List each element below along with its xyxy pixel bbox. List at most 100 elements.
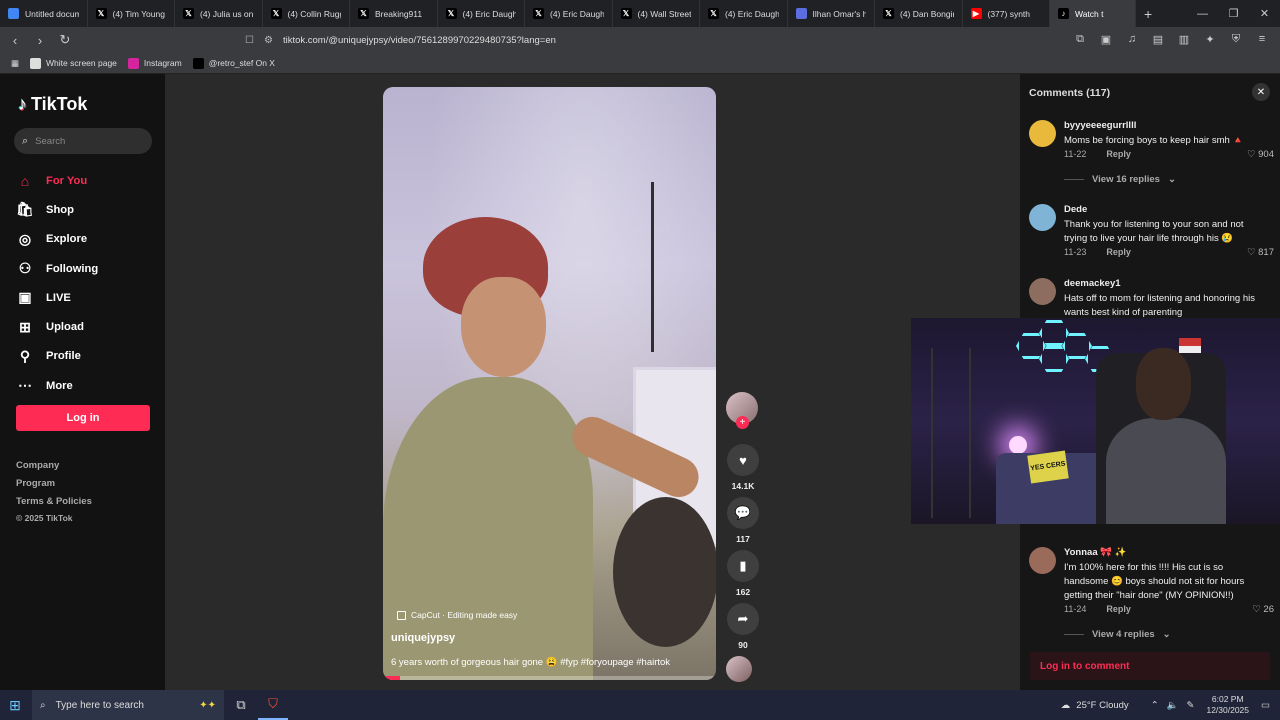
- new-tab-icon[interactable]: +: [1136, 6, 1160, 22]
- sidebar-item-for-you[interactable]: ⌂ For You: [16, 166, 156, 195]
- close-icon[interactable]: ✕: [1252, 83, 1270, 101]
- pen-icon[interactable]: ✎: [1187, 700, 1195, 711]
- media-icon[interactable]: ♫: [1124, 31, 1140, 47]
- comment-date: 11-23: [1064, 247, 1087, 257]
- browser-tab[interactable]: ▶ (377) synth: [963, 0, 1050, 27]
- like-action[interactable]: ♥ 14.1K: [726, 444, 760, 491]
- back-icon[interactable]: ‹: [5, 30, 25, 50]
- brave-browser-icon[interactable]: ⛉: [258, 690, 288, 720]
- reload-icon[interactable]: ↻: [55, 30, 75, 50]
- heart-outline-icon: ♡: [1246, 149, 1259, 160]
- extensions-icon[interactable]: ⧉: [1072, 31, 1088, 47]
- sidebar-item-upload[interactable]: ⊞ Upload: [16, 312, 156, 341]
- comment-likes[interactable]: ♡ 26: [1252, 604, 1274, 615]
- login-button[interactable]: Log in: [16, 405, 150, 431]
- like-count: 14.1K: [731, 481, 755, 491]
- clock[interactable]: 6:02 PM 12/30/2025: [1206, 694, 1249, 716]
- browser-tab[interactable]: 𝕏 (4) Collin Rugg: [263, 0, 350, 27]
- menu-icon[interactable]: ≡: [1254, 31, 1270, 47]
- reply-button[interactable]: Reply: [1106, 149, 1131, 159]
- sidebar-icon[interactable]: ▤: [1150, 31, 1166, 47]
- forward-icon[interactable]: ›: [30, 30, 50, 50]
- avatar[interactable]: [1029, 547, 1056, 574]
- browser-tab[interactable]: Ilhan Omar's h: [788, 0, 875, 27]
- sidebar-item-live[interactable]: ▣ LIVE: [16, 283, 156, 312]
- bookmark-icon[interactable]: ☐: [245, 35, 254, 46]
- browser-tab[interactable]: 𝕏 Breaking911: [350, 0, 438, 27]
- comment-likes[interactable]: ♡ 817: [1247, 247, 1274, 258]
- comment-action[interactable]: 💬 117: [726, 497, 760, 544]
- browser-tab[interactable]: 𝕏 (4) Eric Daughe: [438, 0, 525, 27]
- weather-text[interactable]: 25°F Cloudy: [1076, 700, 1128, 711]
- address-bar[interactable]: ☐ ⚙ tiktok.com/@uniquejypsy/video/756128…: [245, 29, 995, 51]
- comment-icon[interactable]: 💬: [727, 497, 759, 529]
- bookmark-item[interactable]: @retro_stef On X: [192, 57, 275, 69]
- browser-tab[interactable]: 𝕏 (4) Dan Bongin: [875, 0, 963, 27]
- volume-icon[interactable]: 🔈: [1167, 700, 1179, 711]
- tiktok-note-icon: ♪: [18, 94, 27, 114]
- avatar[interactable]: [1029, 120, 1056, 147]
- url-text[interactable]: tiktok.com/@uniquejypsy/video/7561289970…: [283, 35, 556, 46]
- browser-tab[interactable]: 𝕏 (4) Eric Daughe: [525, 0, 613, 27]
- chevron-up-icon[interactable]: ⌃: [1151, 700, 1159, 711]
- browser-tab[interactable]: 𝕏 (4) Julia us on X: [175, 0, 263, 27]
- share-action[interactable]: ➦ 90: [726, 603, 760, 650]
- view-replies-button[interactable]: View 4 replies ⌄: [1064, 629, 1171, 640]
- reply-button[interactable]: Reply: [1106, 247, 1131, 257]
- sidebar-item-following[interactable]: ⚇ Following: [16, 254, 156, 283]
- view-replies-button[interactable]: View 16 replies ⌄: [1064, 174, 1176, 185]
- creator-avatar[interactable]: +: [726, 392, 758, 429]
- taskbar-search[interactable]: ⌕ Type here to search ✦✦: [32, 690, 224, 720]
- video-player[interactable]: CapCut · Editing made easy uniquejypsy 6…: [383, 87, 716, 680]
- reply-button[interactable]: Reply: [1106, 604, 1131, 614]
- footer-program[interactable]: Program: [16, 478, 55, 489]
- avatar[interactable]: [1029, 278, 1056, 305]
- apps-icon[interactable]: ▦: [11, 58, 19, 69]
- sidebar-item-shop[interactable]: 🛍 Shop: [16, 195, 156, 224]
- comment-author[interactable]: deemackey1: [1064, 278, 1121, 289]
- tiktok-logo[interactable]: ♪ TikTok: [18, 94, 87, 115]
- heart-icon[interactable]: ♥: [727, 444, 759, 476]
- comment-author[interactable]: Dede: [1064, 204, 1087, 215]
- comment-author[interactable]: byyyeeeegurrllll: [1064, 120, 1136, 131]
- footer-terms[interactable]: Terms & Policies: [16, 496, 92, 507]
- search-input[interactable]: ⌕ Search: [14, 128, 152, 154]
- bookmark-item[interactable]: Instagram: [127, 57, 182, 69]
- bookmark-icon[interactable]: ▮: [727, 550, 759, 582]
- leo-icon[interactable]: ✦: [1202, 31, 1218, 47]
- browser-tab[interactable]: 𝕏 (4) Eric Daughe: [700, 0, 788, 27]
- windows-start-icon[interactable]: ⊞: [0, 690, 30, 720]
- avatar[interactable]: [1029, 204, 1056, 231]
- share-icon[interactable]: ➦: [727, 603, 759, 635]
- comment-likes[interactable]: ♡ 904: [1247, 149, 1274, 160]
- follow-plus-icon[interactable]: +: [736, 416, 749, 429]
- music-disc-icon[interactable]: [726, 656, 752, 682]
- notification-icon[interactable]: ▭: [1261, 700, 1270, 711]
- bookmark-item[interactable]: White screen page: [30, 57, 117, 69]
- save-action[interactable]: ▮ 162: [726, 550, 760, 597]
- video-username[interactable]: uniquejypsy: [391, 632, 455, 644]
- sidebar-item-explore[interactable]: ◎ Explore: [16, 225, 156, 254]
- task-view-icon[interactable]: ⧉: [226, 690, 256, 720]
- comment-author[interactable]: Yonnaa 🎀 ✨: [1064, 547, 1127, 558]
- site-settings-icon[interactable]: ⚙: [264, 35, 273, 46]
- sidebar-item-profile[interactable]: ⚲ Profile: [16, 342, 156, 371]
- tab-label: (4) Wall Street: [637, 8, 692, 19]
- browser-tab[interactable]: 𝕏 (4) Tim Young o: [88, 0, 175, 27]
- capcut-label[interactable]: CapCut · Editing made easy: [397, 610, 517, 620]
- vpn-icon[interactable]: ⛨: [1228, 31, 1244, 47]
- weather-icon[interactable]: ☁: [1061, 700, 1071, 711]
- login-to-comment[interactable]: Log in to comment: [1030, 652, 1270, 680]
- video-progress-bar[interactable]: [383, 676, 716, 680]
- footer-company[interactable]: Company: [16, 460, 59, 471]
- browser-tab[interactable]: ♪ Watch t: [1050, 0, 1136, 27]
- minimize-icon[interactable]: —: [1187, 0, 1218, 27]
- close-icon[interactable]: ✕: [1249, 0, 1280, 27]
- sidebar-item-more[interactable]: ⋯ More: [16, 371, 156, 400]
- wallet-icon[interactable]: ▥: [1176, 31, 1192, 47]
- browser-tab[interactable]: 𝕏 (4) Wall Street: [613, 0, 700, 27]
- restore-icon[interactable]: ❐: [1218, 0, 1249, 27]
- screenshot-icon[interactable]: ▣: [1098, 31, 1114, 47]
- browser-tab[interactable]: Untitled docum: [0, 0, 88, 27]
- tab-label: (4) Eric Daughe: [550, 8, 604, 19]
